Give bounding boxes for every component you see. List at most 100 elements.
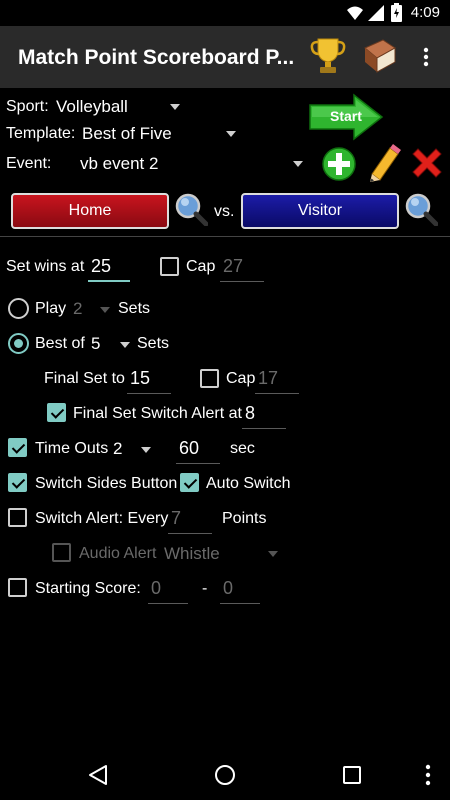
page-title: Match Point Scoreboard P... — [18, 46, 295, 69]
audio-alert-select[interactable]: Whistle — [160, 540, 282, 568]
template-label: Template: — [6, 125, 76, 142]
event-select[interactable]: vb event 2 — [76, 150, 310, 178]
set-cap-label: Cap — [186, 258, 216, 275]
set-wins-input[interactable]: 25 — [88, 253, 130, 283]
starting-score-home-input[interactable]: 0 — [148, 575, 188, 605]
template-select[interactable]: Best of Five — [78, 121, 243, 147]
final-cap-label: Cap — [226, 370, 256, 387]
play-radio[interactable] — [8, 298, 29, 319]
signal-icon — [368, 5, 384, 21]
input-underline — [88, 280, 130, 282]
book-icon[interactable] — [361, 38, 397, 76]
switch-alert-input[interactable]: 7 — [168, 505, 212, 535]
input-underline — [176, 463, 220, 464]
final-set-value: 15 — [130, 368, 151, 388]
set-cap-value: 27 — [223, 256, 244, 276]
play-sets-suffix: Sets — [118, 300, 151, 317]
play-sets-select[interactable]: 2 — [70, 296, 114, 322]
play-sets-value: 2 — [73, 299, 83, 318]
starting-score-checkbox[interactable] — [8, 578, 27, 597]
delete-x-icon[interactable] — [410, 146, 444, 180]
input-underline — [127, 393, 171, 394]
chevron-down-icon — [170, 104, 180, 110]
back-icon[interactable] — [86, 763, 110, 787]
time-outs-unit: sec — [230, 440, 255, 457]
edit-pencil-icon[interactable] — [366, 144, 402, 182]
input-underline — [242, 428, 286, 429]
visitor-team-button[interactable]: Visitor — [241, 193, 399, 229]
starting-score-home-value: 0 — [151, 578, 162, 598]
overflow-menu-icon[interactable] — [418, 46, 434, 68]
final-cap-input[interactable]: 17 — [255, 365, 299, 395]
play-label: Play — [35, 300, 67, 317]
chevron-down-icon — [120, 342, 130, 348]
best-of-label: Best of — [35, 335, 85, 352]
final-cap-value: 17 — [258, 368, 279, 388]
navigation-bar — [0, 750, 450, 800]
starting-score-visitor-input[interactable]: 0 — [220, 575, 260, 605]
audio-alert-label: Audio Alert — [79, 545, 157, 562]
time-outs-seconds-input[interactable]: 60 — [176, 435, 220, 465]
best-of-radio[interactable] — [8, 333, 29, 354]
switch-sides-label: Switch Sides Button — [35, 475, 178, 492]
input-underline — [148, 603, 188, 604]
starting-score-dash: - — [202, 580, 208, 597]
final-set-switch-label: Final Set Switch Alert at — [73, 405, 242, 422]
time-outs-label: Time Outs — [35, 440, 109, 457]
chevron-down-icon — [293, 161, 303, 167]
auto-switch-checkbox[interactable] — [180, 473, 199, 492]
home-team-button[interactable]: Home — [11, 193, 169, 229]
input-underline — [220, 603, 260, 604]
time-outs-count-select[interactable]: 2 — [110, 436, 156, 462]
best-of-select[interactable]: 5 — [88, 331, 134, 357]
best-of-value: 5 — [91, 334, 101, 353]
start-button[interactable]: Start — [308, 93, 384, 141]
auto-switch-label: Auto Switch — [206, 475, 291, 492]
wifi-icon — [347, 6, 363, 20]
time-outs-checkbox[interactable] — [8, 438, 27, 457]
home-icon[interactable] — [213, 763, 237, 787]
final-set-switch-value: 8 — [245, 403, 256, 423]
switch-sides-checkbox[interactable] — [8, 473, 27, 492]
best-of-suffix: Sets — [137, 335, 170, 352]
final-set-switch-input[interactable]: 8 — [242, 400, 286, 430]
search-icon[interactable] — [404, 192, 438, 226]
final-cap-checkbox[interactable] — [200, 369, 219, 388]
sport-label: Sport: — [6, 98, 49, 115]
time-outs-count-value: 2 — [113, 439, 123, 458]
chevron-down-icon — [141, 447, 151, 453]
status-time: 4:09 — [410, 4, 440, 21]
add-event-icon[interactable] — [321, 146, 357, 182]
starting-score-label: Starting Score: — [35, 580, 141, 597]
chevron-down-icon — [100, 307, 110, 313]
event-value: vb event 2 — [80, 154, 159, 173]
time-outs-seconds-value: 60 — [179, 438, 200, 458]
switch-alert-checkbox[interactable] — [8, 508, 27, 527]
overflow-menu-icon[interactable] — [420, 763, 436, 787]
divider — [0, 236, 450, 237]
switch-alert-suffix: Points — [222, 510, 267, 527]
sport-select[interactable]: Volleyball — [52, 94, 187, 120]
input-underline — [168, 533, 212, 534]
template-value: Best of Five — [82, 124, 172, 143]
switch-alert-label: Switch Alert: Every — [35, 510, 169, 527]
final-set-input[interactable]: 15 — [127, 365, 171, 395]
set-wins-value: 25 — [91, 256, 112, 276]
audio-alert-checkbox[interactable] — [52, 543, 71, 562]
sport-value: Volleyball — [56, 97, 128, 116]
recents-icon[interactable] — [340, 763, 364, 787]
final-set-switch-checkbox[interactable] — [47, 403, 66, 422]
switch-alert-value: 7 — [171, 508, 182, 528]
input-underline — [220, 281, 264, 282]
final-set-label: Final Set to — [44, 370, 125, 387]
set-cap-input[interactable]: 27 — [220, 253, 264, 283]
audio-alert-value: Whistle — [164, 544, 220, 563]
search-icon[interactable] — [174, 192, 208, 226]
input-underline — [255, 393, 299, 394]
battery-icon — [391, 3, 402, 22]
set-cap-checkbox[interactable] — [160, 257, 179, 276]
start-label: Start — [330, 108, 362, 124]
vs-label: vs. — [214, 203, 235, 220]
trophy-icon[interactable] — [310, 36, 346, 76]
event-label: Event: — [6, 155, 52, 172]
